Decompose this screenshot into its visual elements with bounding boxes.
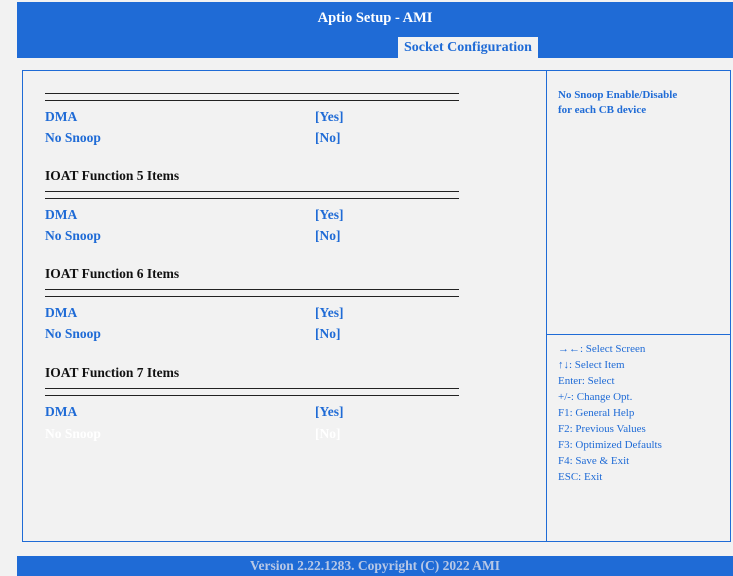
separator-line xyxy=(45,93,459,101)
item-value[interactable]: [Yes] xyxy=(315,403,344,421)
item-label: DMA xyxy=(45,207,78,222)
menu-item-dma[interactable]: DMA [Yes] xyxy=(45,403,344,421)
key-hint: ESC: Exit xyxy=(558,471,603,483)
key-hint: F2: Previous Values xyxy=(558,423,646,435)
key-hint: F4: Save & Exit xyxy=(558,455,630,467)
footer-bar: Version 2.22.1283. Copyright (C) 2022 AM… xyxy=(17,556,733,576)
item-value[interactable]: [No] xyxy=(315,129,341,147)
item-label: DMA xyxy=(45,109,78,124)
panel-divider xyxy=(546,70,547,542)
item-label: No Snoop xyxy=(45,228,101,243)
section-heading: IOAT Function 6 Items xyxy=(45,266,180,281)
separator-line xyxy=(45,191,459,199)
item-label: DMA xyxy=(45,404,78,419)
item-label: No Snoop xyxy=(45,326,101,341)
item-label: DMA xyxy=(45,305,78,320)
key-hint: F3: Optimized Defaults xyxy=(558,439,662,451)
key-hint: →←: Select Screen xyxy=(558,343,646,355)
title-bar: Aptio Setup - AMI xyxy=(17,2,733,35)
item-label: No Snoop xyxy=(45,130,101,145)
section-heading: IOAT Function 7 Items xyxy=(45,365,180,380)
separator-line xyxy=(45,289,459,297)
menu-item-no-snoop[interactable]: No Snoop [No] xyxy=(45,325,341,343)
item-value[interactable]: [No] xyxy=(315,227,341,245)
menu-item-no-snoop-selected[interactable]: No Snoop [No] xyxy=(45,425,341,443)
version-text: Version 2.22.1283. Copyright (C) 2022 AM… xyxy=(249,558,500,573)
tab-bar: Socket Configuration xyxy=(17,35,733,58)
menu-item-no-snoop[interactable]: No Snoop [No] xyxy=(45,227,341,245)
item-label: No Snoop xyxy=(45,426,101,441)
section-heading: IOAT Function 5 Items xyxy=(45,168,180,183)
menu-item-no-snoop[interactable]: No Snoop [No] xyxy=(45,129,341,147)
menu-item-dma[interactable]: DMA [Yes] xyxy=(45,108,344,126)
key-hint: ↑↓: Select Item xyxy=(558,359,625,371)
help-line: No Snoop Enable/Disable xyxy=(558,89,678,101)
menu-item-dma[interactable]: DMA [Yes] xyxy=(45,206,344,224)
key-hint: Enter: Select xyxy=(558,375,615,387)
help-line: for each CB device xyxy=(558,104,647,116)
item-value[interactable]: [Yes] xyxy=(315,108,344,126)
help-divider xyxy=(546,334,731,335)
item-value[interactable]: [Yes] xyxy=(315,206,344,224)
item-value[interactable]: [No] xyxy=(315,425,341,443)
key-legend: →←: Select Screen ↑↓: Select Item Enter:… xyxy=(558,341,728,485)
tab-socket-configuration[interactable]: Socket Configuration xyxy=(398,37,538,58)
key-hint: +/-: Change Opt. xyxy=(558,391,633,403)
item-value[interactable]: [No] xyxy=(315,325,341,343)
key-hint: F1: General Help xyxy=(558,407,635,419)
separator-line xyxy=(45,388,459,396)
app-title: Aptio Setup - AMI xyxy=(317,10,433,26)
item-value[interactable]: [Yes] xyxy=(315,304,344,322)
menu-item-dma[interactable]: DMA [Yes] xyxy=(45,304,344,322)
help-description: No Snoop Enable/Disable for each CB devi… xyxy=(558,88,723,118)
